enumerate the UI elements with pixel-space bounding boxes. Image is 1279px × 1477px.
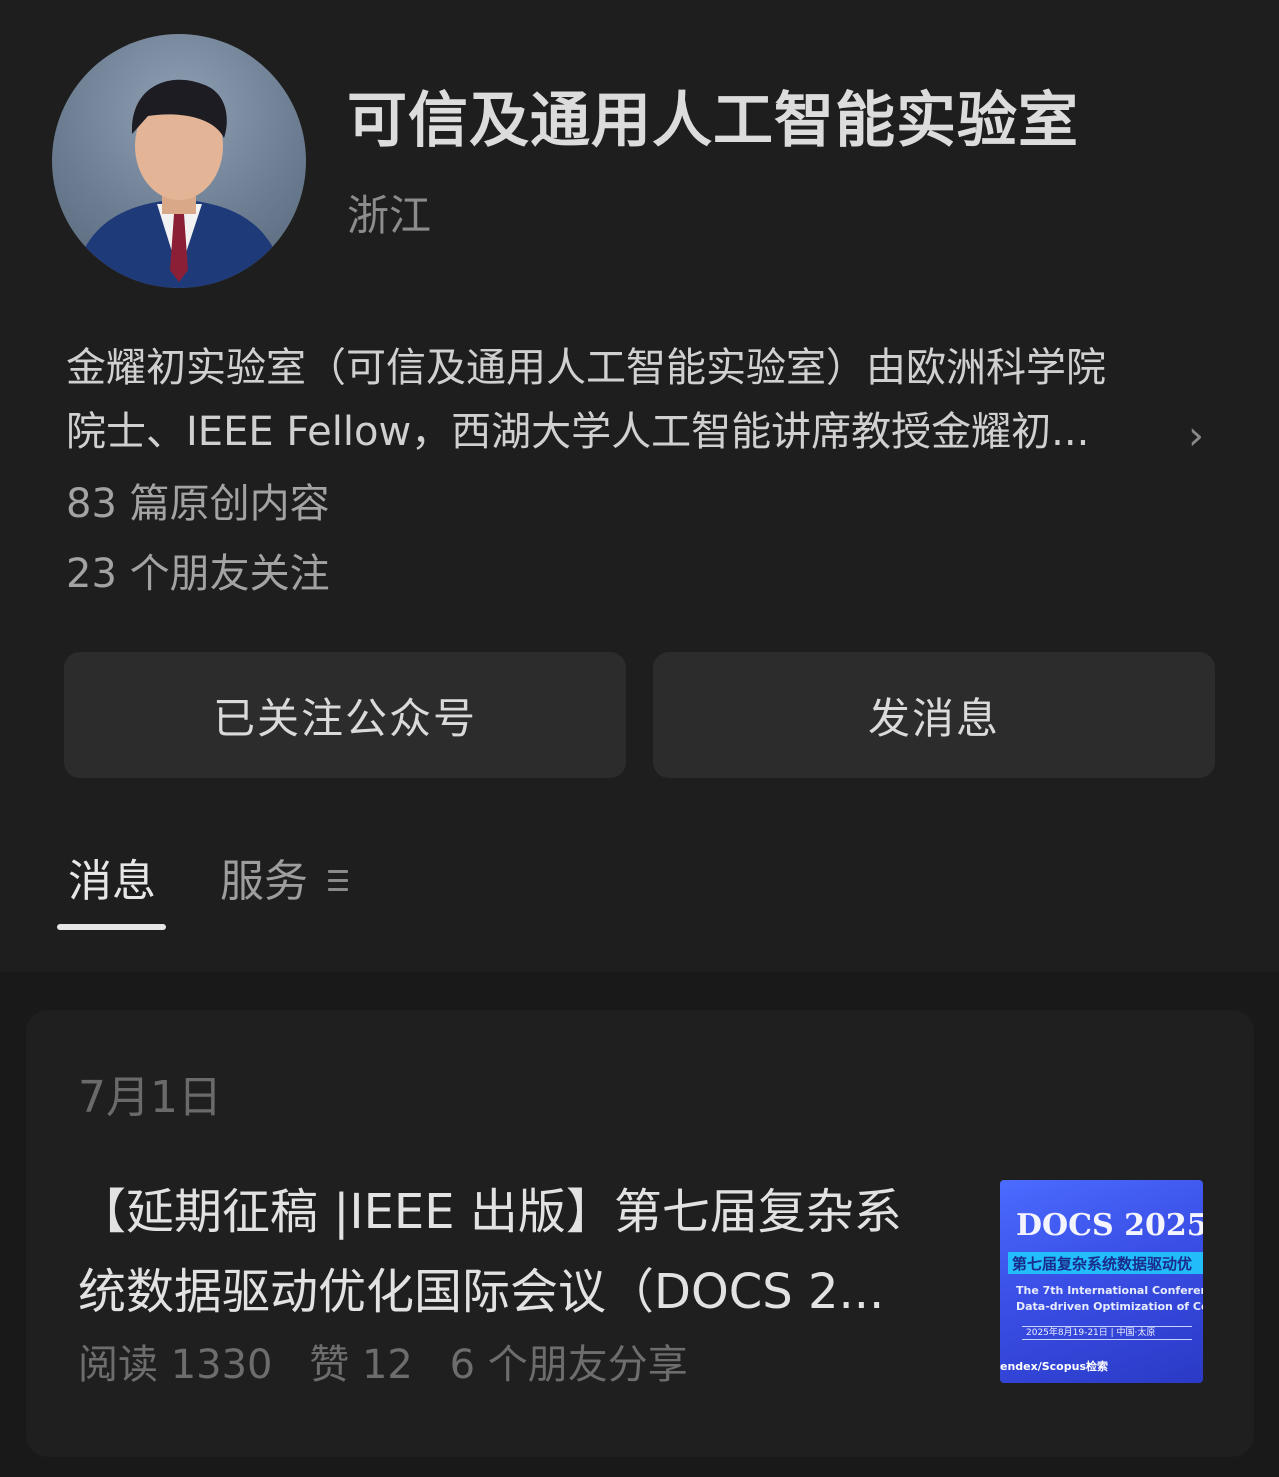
- region-label: 浙江: [347, 191, 432, 240]
- like-count: 赞 12: [309, 1342, 413, 1388]
- original-posts-count[interactable]: 83 篇原创内容: [66, 480, 330, 528]
- followed-button[interactable]: 已关注公众号: [64, 652, 626, 778]
- thumbnail-subtitle: The 7th International Conference on: [1016, 1284, 1203, 1297]
- description-line: 院士、IEEE Fellow，西湖大学人工智能讲席教授金耀初...: [66, 409, 1090, 455]
- thumbnail-footer: endex/Scopus检索: [1000, 1360, 1108, 1373]
- article-title-line: 统数据驱动优化国际会议（DOCS 2...: [78, 1264, 885, 1320]
- active-tab-indicator: [57, 924, 166, 930]
- chevron-right-icon[interactable]: ›: [1188, 416, 1204, 456]
- send-message-button[interactable]: 发消息: [653, 652, 1215, 778]
- thumbnail-subtitle: Data-driven Optimization of Compl: [1016, 1300, 1203, 1313]
- share-count: 6 个朋友分享: [449, 1342, 688, 1388]
- article-title[interactable]: 【延期征稿 |IEEE 出版】第七届复杂系 统数据驱动优化国际会议（DOCS 2…: [78, 1172, 958, 1332]
- article-stats: 阅读 1330 赞 12 6 个朋友分享: [78, 1340, 712, 1390]
- tab-bar: 消息 服务: [0, 840, 1279, 940]
- tab-services[interactable]: 服务: [220, 854, 308, 910]
- menu-icon[interactable]: [328, 870, 348, 892]
- post-date: 7月1日: [78, 1072, 222, 1123]
- tab-messages[interactable]: 消息: [68, 854, 156, 910]
- description-line: 金耀初实验室（可信及通用人工智能实验室）由欧洲科学院: [66, 345, 1106, 391]
- avatar-portrait: [72, 79, 286, 288]
- friends-following-count[interactable]: 23 个朋友关注: [66, 550, 330, 598]
- article-card[interactable]: 7月1日 【延期征稿 |IEEE 出版】第七届复杂系 统数据驱动优化国际会议（D…: [26, 1010, 1254, 1457]
- profile-header: 可信及通用人工智能实验室 浙江 金耀初实验室（可信及通用人工智能实验室）由欧洲科…: [0, 0, 1279, 972]
- thumbnail-band-text: 第七届复杂系统数据驱动优: [1012, 1255, 1193, 1273]
- article-thumbnail[interactable]: DOCS 2025 第七届复杂系统数据驱动优 The 7th Internati…: [1000, 1180, 1203, 1383]
- thumbnail-title: DOCS 2025: [1016, 1208, 1203, 1243]
- account-name: 可信及通用人工智能实验室: [347, 86, 1079, 156]
- account-description[interactable]: 金耀初实验室（可信及通用人工智能实验室）由欧洲科学院 院士、IEEE Fello…: [66, 336, 1206, 464]
- read-count: 阅读 1330: [78, 1342, 273, 1388]
- avatar[interactable]: [52, 34, 306, 288]
- thumbnail-date: 2025年8月19-21日 | 中国·太原: [1022, 1326, 1192, 1340]
- article-title-line: 【延期征稿 |IEEE 出版】第七届复杂系: [78, 1184, 902, 1240]
